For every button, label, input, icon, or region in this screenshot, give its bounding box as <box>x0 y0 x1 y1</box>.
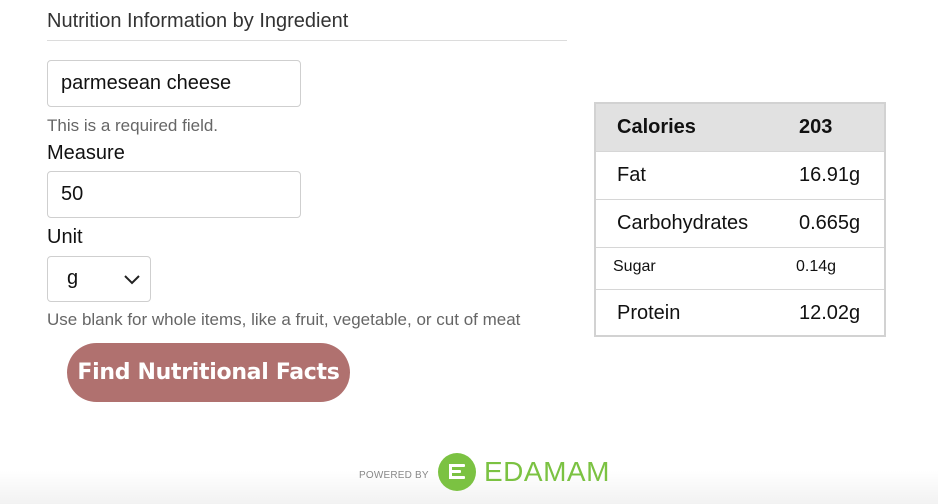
unit-label: Unit <box>47 226 83 248</box>
edamam-brand-text[interactable]: EDAMAM <box>484 456 610 488</box>
measure-label: Measure <box>47 142 125 164</box>
nutrition-label: Protein <box>617 302 681 324</box>
nutrition-value: 0.14g <box>796 258 837 275</box>
nutrition-table: Calories 203 Fat 16.91g Carbohydrates 0.… <box>594 102 886 337</box>
required-field-hint: This is a required field. <box>47 116 219 135</box>
find-nutritional-facts-button[interactable]: Find Nutritional Facts <box>67 343 350 402</box>
nutrition-label: Sugar <box>613 258 656 275</box>
nutrition-row: Sugar 0.14g <box>596 248 884 290</box>
nutrition-label: Carbohydrates <box>617 212 749 234</box>
nutrition-label: Calories <box>617 116 696 138</box>
section-heading: Nutrition Information by Ingredient <box>47 8 567 41</box>
unit-select-value: g <box>67 267 79 289</box>
nutrition-value: 12.02g <box>799 302 861 324</box>
ingredient-input[interactable]: parmesean cheese <box>47 60 301 107</box>
edamam-logo-icon[interactable] <box>438 453 476 491</box>
measure-input[interactable]: 50 <box>47 171 301 218</box>
powered-by-text: POWERED BY <box>359 470 429 481</box>
nutrition-value: 16.91g <box>799 164 861 186</box>
nutrition-value: 0.665g <box>799 212 861 234</box>
nutrition-header-row: Calories 203 <box>596 104 884 152</box>
nutrition-value: 203 <box>799 116 833 138</box>
unit-select[interactable]: g <box>47 256 151 302</box>
nutrition-label: Fat <box>617 164 646 186</box>
nutrition-row: Protein 12.02g <box>596 290 884 335</box>
nutrition-row: Fat 16.91g <box>596 152 884 200</box>
chevron-down-icon <box>124 275 140 285</box>
unit-hint: Use blank for whole items, like a fruit,… <box>47 310 521 329</box>
nutrition-row: Carbohydrates 0.665g <box>596 200 884 248</box>
